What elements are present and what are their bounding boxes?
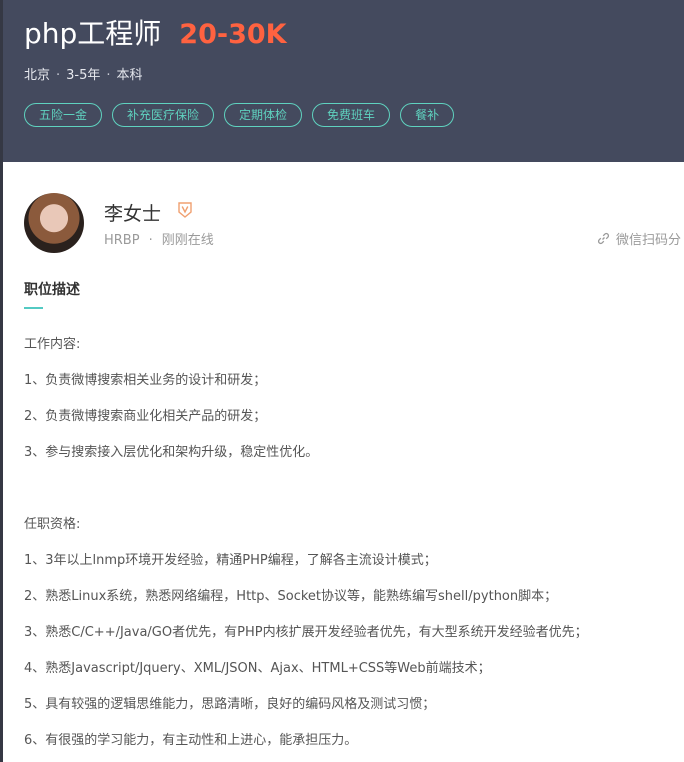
recruiter-meta: HRBP · 刚刚在线 (104, 229, 214, 248)
job-location: 北京 (24, 68, 51, 83)
duties-heading: 工作内容: (24, 337, 81, 352)
duty-item: 3、参与搜索接入层优化和架构升级，稳定性优化。 (24, 445, 319, 460)
wechat-share-button[interactable]: 微信扫码分 (597, 229, 681, 248)
recruiter-avatar[interactable] (24, 193, 84, 253)
job-header: php工程师 20-30K 北京 · 3-5年 · 本科 五险一金 补充医疗保险 定期体… (0, 0, 684, 162)
benefit-tag: 五险一金 (24, 103, 103, 127)
section-underline (24, 307, 43, 309)
meta-separator: · (148, 233, 153, 248)
benefit-tags: 五险一金 补充医疗保险 定期体检 免费班车 餐补 (24, 103, 455, 127)
recruiter-role: HRBP (104, 233, 140, 248)
requirements-heading: 任职资格: (24, 517, 81, 532)
share-label: 微信扫码分 (616, 233, 682, 248)
meta-separator: · (106, 68, 111, 83)
requirement-item: 6、有很强的学习能力，有主动性和上进心，能承担压力。 (24, 733, 358, 748)
window-edge (0, 0, 3, 762)
job-title: php工程师 (24, 17, 162, 50)
requirement-item: 3、熟悉C/C++/Java/GO者优先，有PHP内核扩展开发经验者优先，有大型… (24, 625, 588, 640)
requirement-item: 2、熟悉Linux系统，熟悉网络编程，Http、Socket协议等，能熟练编写s… (24, 589, 558, 604)
verified-badge-icon (178, 202, 192, 218)
job-meta: 北京 · 3-5年 · 本科 (24, 64, 143, 83)
job-experience: 3-5年 (66, 68, 101, 83)
section-title: 职位描述 (24, 282, 80, 298)
requirement-item: 4、熟悉Javascript/Jquery、XML/JSON、Ajax、HTML… (24, 661, 491, 676)
duty-item: 1、负责微博搜索相关业务的设计和研发； (24, 373, 267, 388)
benefit-tag: 免费班车 (312, 103, 391, 127)
duty-item: 2、负责微博搜索商业化相关产品的研发； (24, 409, 267, 424)
benefit-tag: 餐补 (400, 103, 455, 127)
title-row: php工程师 20-30K (24, 12, 287, 52)
meta-separator: · (56, 68, 61, 83)
benefit-tag: 补充医疗保险 (112, 103, 215, 127)
benefit-tag: 定期体检 (224, 103, 303, 127)
salary: 20-30K (179, 19, 287, 50)
recruiter-status: 刚刚在线 (161, 233, 214, 248)
requirement-item: 1、3年以上lnmp环境开发经验，精通PHP编程，了解各主流设计模式； (24, 553, 437, 568)
link-icon (598, 233, 609, 244)
recruiter-name[interactable]: 李女士 (104, 199, 161, 226)
requirement-item: 5、具有较强的逻辑思维能力，思路清晰，良好的编码风格及测试习惯； (24, 697, 436, 712)
job-education: 本科 (116, 68, 143, 83)
